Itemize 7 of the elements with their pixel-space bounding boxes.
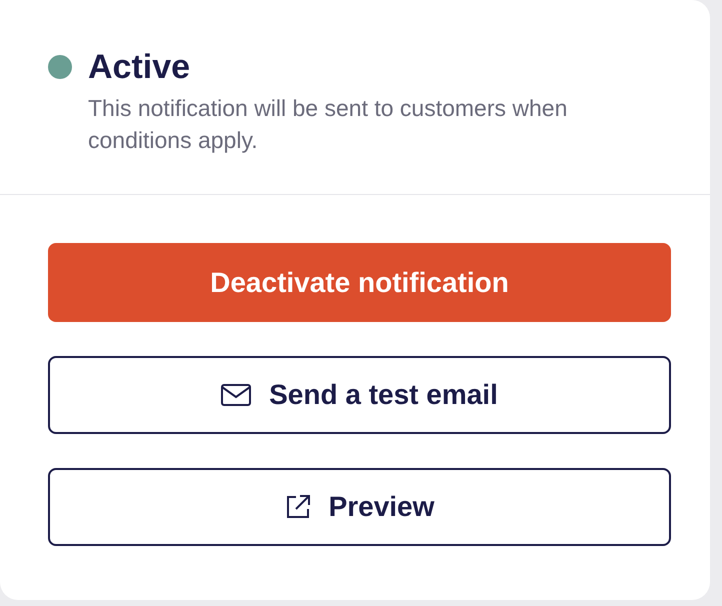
send-test-email-button[interactable]: Send a test email [48, 356, 671, 434]
status-label: Active [88, 47, 190, 88]
external-link-icon [284, 494, 311, 520]
preview-button[interactable]: Preview [48, 468, 671, 546]
deactivate-button[interactable]: Deactivate notification [48, 243, 671, 322]
mail-icon [221, 384, 252, 406]
status-description: This notification will be sent to customers when conditions apply. [88, 94, 568, 155]
